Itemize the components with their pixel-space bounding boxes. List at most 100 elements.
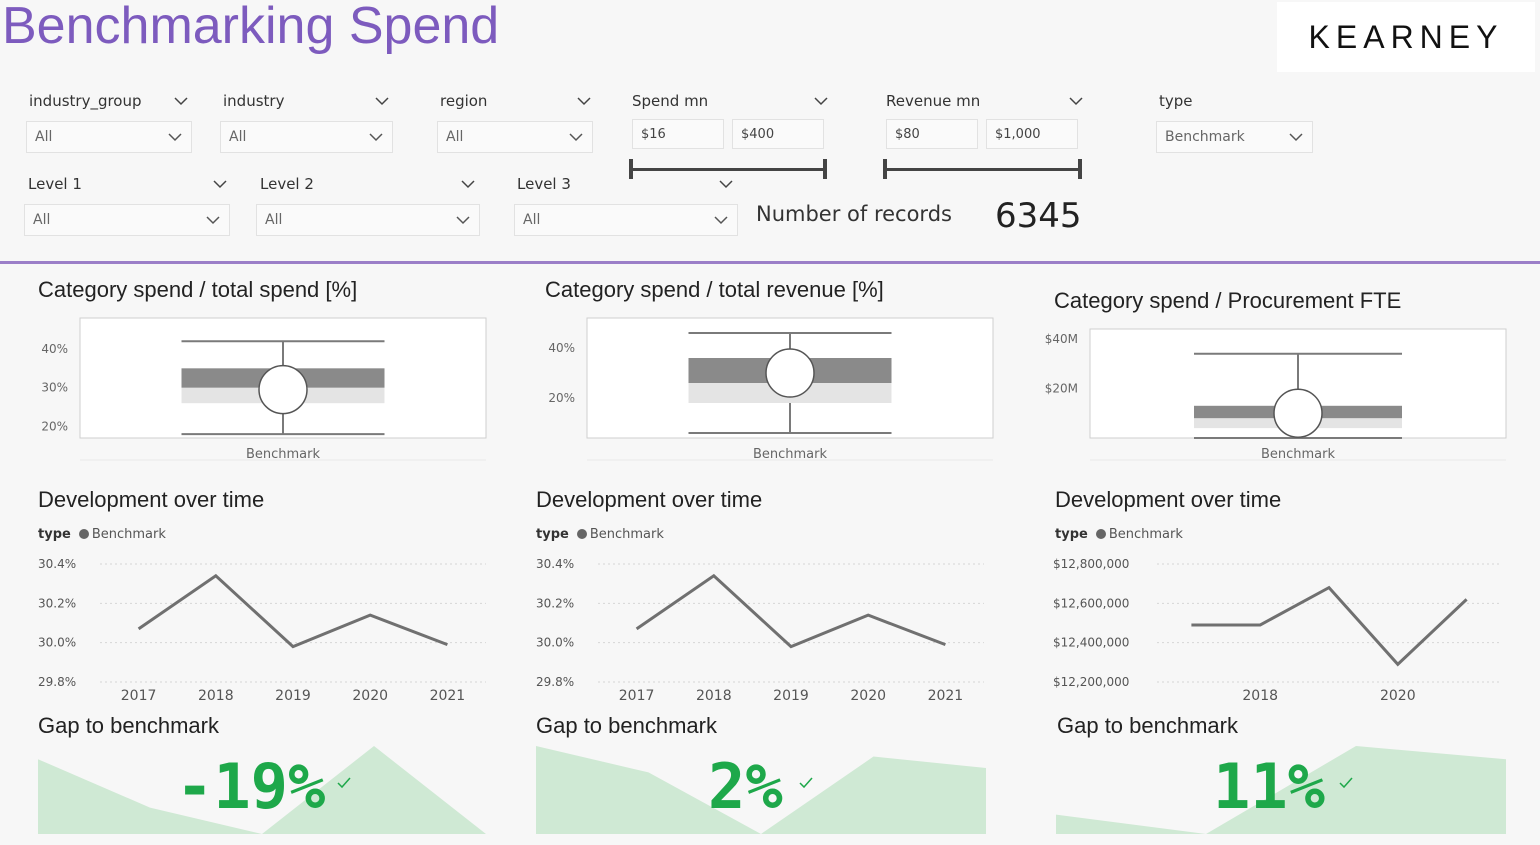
median-marker: [258, 364, 308, 415]
region-dropdown[interactable]: All: [437, 121, 593, 153]
chevron-down-icon: [1289, 133, 1303, 142]
x-tick-label: 2019: [275, 688, 311, 704]
revenue-min-value: $80: [895, 126, 920, 142]
trend-legend-3: type Benchmark: [1055, 527, 1183, 542]
level2-dropdown[interactable]: All: [256, 204, 480, 236]
gap-value-1: -19%: [176, 750, 326, 823]
y-tick-label: 29.8%: [38, 675, 76, 689]
chevron-down-icon: [369, 133, 383, 142]
revenue-max-input[interactable]: $1,000: [986, 119, 1078, 149]
level1-chevron-down-icon[interactable]: [212, 176, 228, 192]
x-tick-label: 2017: [121, 688, 157, 704]
revenue-chevron-down-icon[interactable]: [1068, 93, 1084, 109]
type-dropdown[interactable]: Benchmark: [1156, 121, 1313, 153]
level2-chevron-down-icon[interactable]: [460, 176, 476, 192]
y-tick-label: $40M: [1045, 332, 1078, 346]
revenue-slider-track: [885, 168, 1082, 171]
records-count: 6345: [995, 196, 1082, 236]
type-filter-label: type: [1159, 92, 1193, 110]
checkmark-icon: [1339, 777, 1353, 789]
x-tick-label: 2020: [352, 688, 388, 704]
trend-legend-1: type Benchmark: [38, 527, 166, 542]
legend-series-name: Benchmark: [589, 527, 664, 542]
x-tick-label: 2021: [928, 688, 964, 704]
box-chart-2[interactable]: 40% 20% Benchmark: [537, 314, 1007, 470]
spend-slider-max-handle[interactable]: [823, 159, 827, 179]
revenue-slider-min-handle[interactable]: [883, 159, 887, 179]
gap-title-1: Gap to benchmark: [38, 713, 219, 738]
industry-dropdown[interactable]: All: [220, 121, 393, 153]
spend-max-value: $400: [741, 126, 775, 142]
legend-title: type: [38, 527, 71, 542]
y-tick-label: 40%: [41, 342, 68, 356]
x-tick-label: 2018: [1242, 688, 1278, 704]
spend-slider-track: [631, 168, 826, 171]
industry-group-chevron-down-icon[interactable]: [173, 93, 189, 109]
circle-marker-icon: [78, 529, 89, 539]
level1-value: All: [33, 212, 51, 228]
x-tick-label: 2018: [198, 688, 234, 704]
y-tick-label: $12,400,000: [1053, 636, 1129, 650]
page-title: Benchmarking Spend: [2, 0, 500, 55]
industry-group-dropdown[interactable]: All: [26, 121, 192, 153]
revenue-slider-max-handle[interactable]: [1078, 159, 1082, 179]
y-tick-label: 30.4%: [38, 557, 76, 571]
y-tick-label: 40%: [548, 341, 575, 355]
median-marker: [765, 348, 815, 398]
revenue-filter-label: Revenue mn: [886, 92, 981, 110]
spend-filter-label: Spend mn: [632, 92, 709, 110]
y-tick-label: $20M: [1045, 381, 1078, 395]
trend-chart-3[interactable]: $12,800,000 $12,600,000 $12,400,000 $12,200…: [1045, 548, 1515, 708]
level3-value: All: [523, 212, 541, 228]
company-logo: KEARNEY: [1277, 2, 1535, 72]
circle-marker-icon: [576, 529, 587, 539]
y-tick-label: 20%: [548, 391, 575, 405]
spend-chevron-down-icon[interactable]: [813, 93, 829, 109]
x-category-label: Benchmark: [1261, 447, 1336, 462]
spend-min-value: $16: [641, 126, 666, 142]
box-chart-1[interactable]: 40% 30% 20% Benchmark: [30, 314, 500, 470]
y-tick-label: 30%: [41, 381, 68, 395]
industry-filter-label: industry: [223, 92, 285, 110]
industry-chevron-down-icon[interactable]: [374, 93, 390, 109]
y-tick-label: 30.2%: [536, 596, 574, 610]
box-chart-3[interactable]: $40M $20M Benchmark: [1040, 325, 1520, 470]
box-chart-title-1: Category spend / total spend [%]: [38, 277, 358, 302]
level1-dropdown[interactable]: All: [24, 204, 230, 236]
level3-chevron-down-icon[interactable]: [718, 176, 734, 192]
logo-text: KEARNEY: [1308, 18, 1504, 55]
spend-max-input[interactable]: $400: [732, 119, 824, 149]
x-tick-label: 2021: [430, 688, 466, 704]
spend-slider-min-handle[interactable]: [629, 159, 633, 179]
revenue-max-value: $1,000: [995, 126, 1041, 142]
chevron-down-icon: [168, 133, 182, 142]
legend-series-name: Benchmark: [1108, 527, 1183, 542]
section-divider: [0, 261, 1540, 264]
y-tick-label: $12,600,000: [1053, 596, 1129, 610]
level3-dropdown[interactable]: All: [514, 204, 738, 236]
y-tick-label: $12,200,000: [1053, 675, 1129, 689]
trend-chart-1[interactable]: 30.4% 30.2% 30.0% 29.8% 2017 2018 2019 2020 2021: [30, 548, 500, 708]
chevron-down-icon: [714, 216, 728, 225]
industry-value: All: [229, 129, 247, 145]
box-chart-title-3: Category spend / Procurement FTE: [1054, 288, 1402, 313]
spend-min-input[interactable]: $16: [632, 119, 724, 149]
level1-filter-label: Level 1: [28, 175, 82, 193]
x-tick-label: 2020: [850, 688, 886, 704]
y-tick-label: 30.2%: [38, 596, 76, 610]
region-chevron-down-icon[interactable]: [576, 93, 592, 109]
gap-value-3: 11%: [1213, 750, 1325, 823]
circle-marker-icon: [1095, 529, 1106, 539]
x-tick-label: 2019: [773, 688, 809, 704]
industry-group-value: All: [35, 129, 53, 145]
trend-chart-title-1: Development over time: [38, 487, 265, 512]
trend-chart-2[interactable]: 30.4% 30.2% 30.0% 29.8% 2017 2018 2019 2020 2021: [528, 548, 998, 708]
revenue-min-input[interactable]: $80: [886, 119, 978, 149]
trend-chart-title-3: Development over time: [1055, 487, 1282, 512]
y-tick-label: 30.4%: [536, 557, 574, 571]
legend-title: type: [1055, 527, 1088, 542]
trend-legend-2: type Benchmark: [536, 527, 664, 542]
gap-title-2: Gap to benchmark: [536, 713, 717, 738]
series-line-benchmark: [1191, 585, 1468, 667]
y-tick-label: 30.0%: [536, 636, 574, 650]
